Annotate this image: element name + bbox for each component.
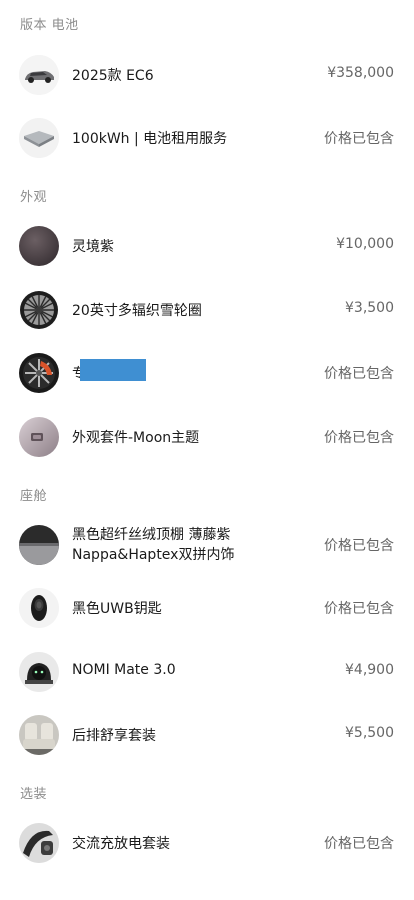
moon-theme-icon	[19, 417, 59, 457]
config-item-exterior-kit[interactable]: 外观套件-Moon主题 价格已包含	[0, 413, 414, 461]
item-label: 20英寸多辐织雪轮圈	[72, 303, 202, 319]
brake-caliper-icon	[19, 353, 59, 393]
config-item-nomi[interactable]: NOMI Mate 3.0 ¥4,900	[0, 648, 414, 696]
section-title-cabin: 座舱	[20, 489, 48, 504]
charging-kit-icon	[19, 823, 59, 863]
item-price: ¥10,000	[336, 236, 394, 252]
color-swatch-icon	[19, 226, 59, 266]
car-thumbnail-icon	[19, 55, 59, 95]
item-price: 价格已包含	[324, 538, 394, 554]
config-item-interior[interactable]: 黑色超纤丝绒顶棚 薄藤紫 Nappa&Haptex双拼内饰 价格已包含	[0, 521, 414, 569]
nomi-robot-icon	[19, 652, 59, 692]
item-price: ¥4,900	[345, 662, 394, 678]
config-item-model[interactable]: 2025款 EC6 ¥358,000	[0, 51, 414, 99]
item-price: ¥3,500	[345, 300, 394, 316]
item-label-line2: Nappa&Haptex双拼内饰	[72, 547, 235, 563]
config-item-redacted[interactable]: 专 价格已包含	[0, 349, 414, 397]
item-price: ¥5,500	[345, 725, 394, 741]
config-item-color[interactable]: 灵境紫 ¥10,000	[0, 222, 414, 270]
item-label: 外观套件-Moon主题	[72, 430, 200, 446]
interior-swatch-icon	[19, 525, 59, 565]
section-title-exterior: 外观	[20, 190, 48, 205]
config-item-wheels[interactable]: 20英寸多辐织雪轮圈 ¥3,500	[0, 286, 414, 334]
item-label: 黑色UWB钥匙	[72, 601, 162, 617]
item-price: 价格已包含	[324, 131, 394, 147]
item-label: NOMI Mate 3.0	[72, 662, 176, 678]
item-price: 价格已包含	[324, 836, 394, 852]
rear-seat-icon	[19, 715, 59, 755]
config-item-key[interactable]: 黑色UWB钥匙 价格已包含	[0, 584, 414, 632]
wheel-icon	[19, 290, 59, 330]
item-label-line1: 黑色超纤丝绒顶棚 薄藤紫	[72, 527, 231, 543]
item-label: 后排舒享套装	[72, 728, 156, 744]
config-item-rear-comfort[interactable]: 后排舒享套装 ¥5,500	[0, 711, 414, 759]
redaction-block	[80, 359, 146, 381]
item-label: 灵境紫	[72, 239, 114, 255]
item-label: 2025款 EC6	[72, 68, 154, 84]
config-item-charging[interactable]: 交流充放电套装 价格已包含	[0, 819, 414, 867]
car-key-icon	[19, 588, 59, 628]
item-label: 黑色超纤丝绒顶棚 薄藤紫 Nappa&Haptex双拼内饰	[72, 525, 234, 565]
item-price: 价格已包含	[324, 366, 394, 382]
section-title-options: 选装	[20, 787, 48, 802]
config-item-battery[interactable]: 100kWh | 电池租用服务 价格已包含	[0, 114, 414, 162]
item-price: 价格已包含	[324, 601, 394, 617]
battery-pack-icon	[19, 118, 59, 158]
item-label: 交流充放电套装	[72, 836, 170, 852]
section-title-version-battery: 版本 电池	[20, 18, 79, 33]
item-label: 100kWh | 电池租用服务	[72, 131, 228, 147]
item-price: ¥358,000	[327, 65, 394, 81]
item-price: 价格已包含	[324, 430, 394, 446]
